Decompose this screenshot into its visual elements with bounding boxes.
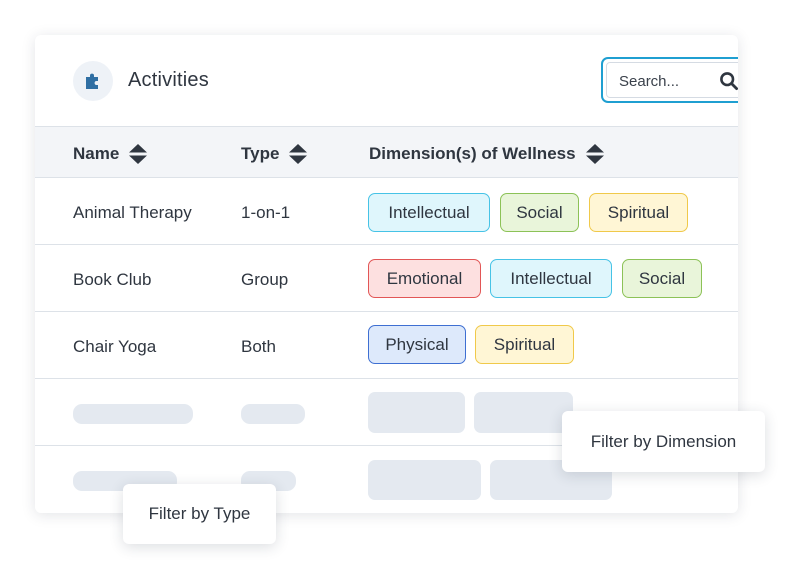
sort-icon[interactable]: [585, 143, 604, 165]
filter-by-dimension-popover[interactable]: Filter by Dimension: [562, 411, 765, 472]
dimension-chip-intellectual[interactable]: Intellectual: [368, 193, 490, 232]
activity-type: Both: [241, 337, 276, 356]
table-header: Name Type Dimension(s) of Wellness: [35, 126, 738, 178]
sort-icon[interactable]: [289, 143, 308, 165]
column-header-name[interactable]: Name: [73, 143, 148, 165]
column-label: Name: [73, 144, 120, 163]
search-input[interactable]: [619, 72, 719, 90]
activity-type: 1-on-1: [241, 203, 291, 222]
table-row[interactable]: Animal Therapy 1-on-1 Intellectual Socia…: [35, 178, 738, 245]
puzzle-piece-icon: [86, 73, 98, 89]
header-icon-badge: [73, 61, 113, 101]
filter-by-type-popover[interactable]: Filter by Type: [123, 484, 276, 544]
dimension-chip-emotional[interactable]: Emotional: [368, 259, 481, 298]
dimension-chip-physical[interactable]: Physical: [368, 325, 466, 364]
skeleton-bar: [73, 404, 193, 424]
search-icon: [720, 72, 738, 91]
sort-icon[interactable]: [129, 143, 148, 165]
activity-name: Book Club: [73, 270, 152, 289]
table-row[interactable]: Chair Yoga Both Physical Spiritual: [35, 312, 738, 379]
column-label: Type: [241, 144, 280, 163]
table-row[interactable]: Book Club Group Emotional Intellectual S…: [35, 245, 738, 312]
page-title: Activities: [128, 69, 209, 91]
activity-type: Group: [241, 270, 289, 289]
search-button[interactable]: [719, 71, 738, 91]
activity-name: Animal Therapy: [73, 203, 192, 222]
dimension-chip-social[interactable]: Social: [622, 259, 702, 298]
skeleton-chip: [474, 392, 573, 433]
dimension-chip-intellectual[interactable]: Intellectual: [490, 259, 612, 298]
skeleton-chip: [368, 460, 481, 500]
column-header-dimensions[interactable]: Dimension(s) of Wellness: [369, 143, 604, 165]
skeleton-chip: [368, 392, 465, 433]
search-box[interactable]: [601, 57, 738, 103]
search-field: [606, 62, 738, 98]
stage: Activities Name: [0, 0, 800, 571]
activity-name: Chair Yoga: [73, 337, 157, 356]
card-header: Activities: [35, 35, 738, 126]
column-label: Dimension(s) of Wellness: [369, 144, 576, 163]
popover-label: Filter by Type: [148, 504, 251, 523]
dimension-chip-spiritual[interactable]: Spiritual: [589, 193, 688, 232]
skeleton-bar: [241, 404, 305, 424]
dimension-chip-social[interactable]: Social: [500, 193, 579, 232]
popover-label: Filter by Dimension: [590, 431, 737, 451]
column-header-type[interactable]: Type: [241, 143, 308, 165]
dimension-chip-spiritual[interactable]: Spiritual: [475, 325, 574, 364]
